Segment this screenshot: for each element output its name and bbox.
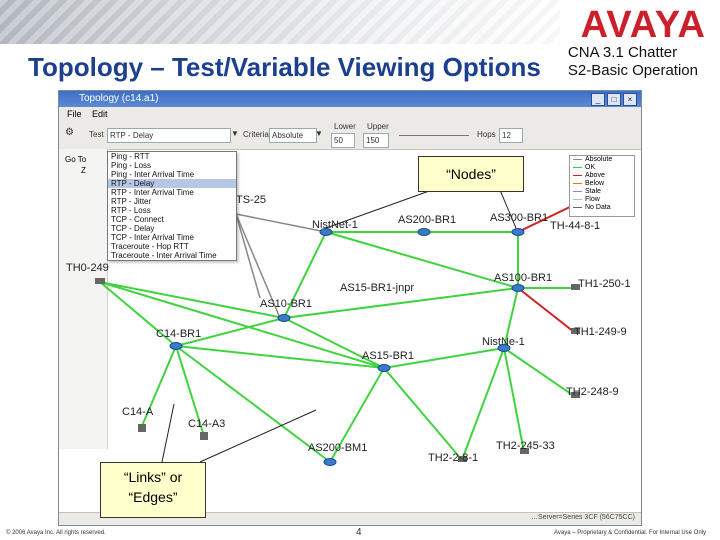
legend-item-stale: Stale <box>570 188 634 196</box>
node-label[interactable]: NistNet-1 <box>312 219 358 231</box>
legend-item-no-data: No Data <box>570 204 634 212</box>
node-label[interactable]: TH-44-8-1 <box>550 220 600 232</box>
link-edge <box>383 367 463 461</box>
nodes-callout: “Nodes” <box>418 156 524 192</box>
node-label[interactable]: AS15-BR1-jnpr <box>340 282 414 294</box>
dropdown-item[interactable]: TCP - Delay <box>108 224 236 233</box>
node-label[interactable]: NistNe-1 <box>482 336 525 348</box>
node-label[interactable]: TH0-249 <box>66 262 109 274</box>
node-label[interactable]: AS10-BR1 <box>260 298 312 310</box>
router-icon[interactable] <box>323 458 337 466</box>
node-label[interactable]: TH1-249-9 <box>574 326 627 338</box>
link-edge <box>503 347 525 453</box>
dropdown-item[interactable]: TCP - Inter Arrival Time <box>108 233 236 242</box>
node-label[interactable]: TH2-248-9 <box>566 386 619 398</box>
phone-icon[interactable] <box>138 424 146 432</box>
node-label[interactable]: TH1-250-1 <box>578 278 631 290</box>
link-edge <box>235 213 261 299</box>
dropdown-item[interactable]: RTP - Inter Arrival Time <box>108 188 236 197</box>
test-dropdown-list: Ping - RTT Ping - Loss Ping - Inter Arri… <box>107 151 237 261</box>
dropdown-item[interactable]: TCP - Connect <box>108 215 236 224</box>
router-icon[interactable] <box>277 314 291 322</box>
dropdown-item[interactable]: Traceroute - Hop RTT <box>108 242 236 251</box>
legend-item-above: Above <box>570 172 634 180</box>
node-label[interactable]: AS200-BM1 <box>308 442 367 454</box>
dropdown-item[interactable]: RTP - Jitter <box>108 197 236 206</box>
dropdown-item[interactable]: Ping - Inter Arrival Time <box>108 170 236 179</box>
router-icon[interactable] <box>417 228 431 236</box>
legend-item-absolute: Absolute <box>570 156 634 164</box>
dropdown-item-selected[interactable]: RTP - Delay <box>108 179 236 188</box>
link-edge-alarm <box>517 287 575 333</box>
node-label[interactable]: TS-25 <box>236 194 266 206</box>
router-icon[interactable] <box>169 342 183 350</box>
router-icon[interactable] <box>377 364 391 372</box>
router-icon[interactable] <box>511 284 525 292</box>
dropdown-item[interactable]: Ping - Loss <box>108 161 236 170</box>
link-edge <box>99 281 385 369</box>
node-label[interactable]: AS200-BR1 <box>398 214 456 226</box>
dropdown-item[interactable]: RTP - Loss <box>108 206 236 215</box>
link-edge <box>175 345 385 369</box>
legend-item-flow: Flow <box>570 196 634 204</box>
node-label[interactable]: AS300-BR1 <box>490 212 548 224</box>
link-edge <box>325 231 519 289</box>
node-label[interactable]: C14-A3 <box>188 418 225 430</box>
node-label[interactable]: C14-BR1 <box>156 328 201 340</box>
node-label[interactable]: AS100-BR1 <box>494 272 552 284</box>
status-legend: Absolute OK Above Below Stale Flow No Da… <box>569 155 635 217</box>
host-icon[interactable] <box>95 278 105 284</box>
dropdown-item[interactable]: Traceroute - Inter Arrival Time <box>108 251 236 260</box>
node-label[interactable]: AS15-BR1 <box>362 350 414 362</box>
phone-icon[interactable] <box>200 432 208 440</box>
link-edge <box>503 347 575 397</box>
node-label[interactable]: C14-A <box>122 406 153 418</box>
link-edge <box>175 345 331 463</box>
links-callout: “Links” or “Edges” <box>100 462 206 518</box>
node-label[interactable]: TH2-2-8-1 <box>428 452 478 464</box>
node-label[interactable]: TH2-245-33 <box>496 440 555 452</box>
legend-item-ok: OK <box>570 164 634 172</box>
links-callout-line-2: “Edges” <box>128 489 178 505</box>
links-callout-line-1: “Links” or <box>123 469 183 485</box>
legend-item-below: Below <box>570 180 634 188</box>
callout-pointer-line <box>161 403 175 463</box>
router-icon[interactable] <box>511 228 525 236</box>
dropdown-item[interactable]: Ping - RTT <box>108 152 236 161</box>
